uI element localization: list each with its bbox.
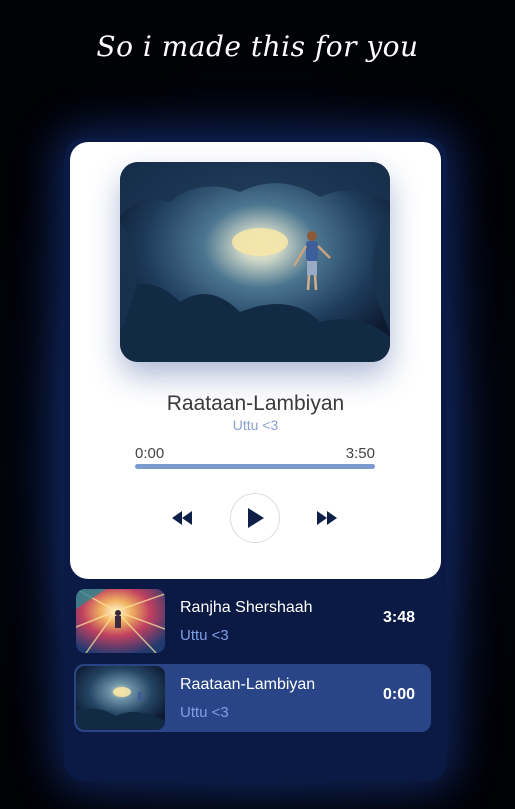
play-button[interactable] (230, 493, 280, 543)
track-name: Ranjha Shershaah (180, 599, 313, 616)
track-duration: 0:00 (382, 686, 415, 703)
current-time: 0:00 (135, 445, 165, 462)
track-artist: Uttu <3 (180, 704, 229, 721)
total-time: 3:50 (345, 445, 375, 462)
track-name: Raataan-Lambiyan (180, 676, 316, 693)
playlist-item[interactable]: Ranjha Shershaah Uttu <3 3:48 (74, 587, 431, 655)
playlist-item-active[interactable]: Raataan-Lambiyan Uttu <3 0:00 (74, 664, 431, 732)
page-title: So i made this for you (96, 30, 419, 63)
rewind-button[interactable] (170, 506, 194, 530)
track-thumbnail (76, 666, 165, 730)
progress-bar[interactable] (135, 464, 375, 469)
track-duration: 3:48 (382, 609, 415, 626)
fast-forward-icon (317, 511, 337, 525)
album-cover (120, 162, 390, 362)
track-artist: Uttu <3 (180, 627, 229, 644)
song-title: Raataan-Lambiyan (166, 392, 345, 415)
song-artist: Uttu <3 (232, 417, 279, 433)
player-card: Raataan-Lambiyan Uttu <3 0:00 3:50 (70, 142, 441, 579)
fast-forward-button[interactable] (315, 506, 339, 530)
play-icon (248, 508, 264, 528)
track-thumbnail (76, 589, 165, 653)
rewind-icon (172, 511, 192, 525)
